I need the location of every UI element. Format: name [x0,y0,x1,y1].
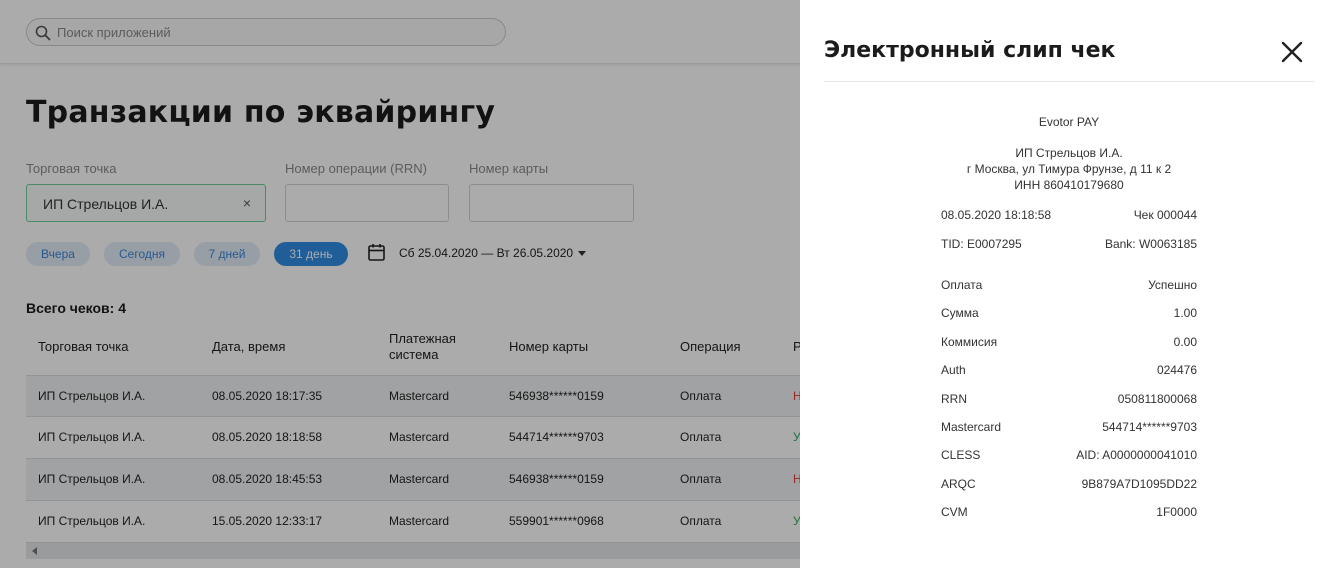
receipt-datetime: 08.05.2020 18:18:58 [941,208,1052,222]
receipt-merchant-line: ИНН 860410179680 [1014,178,1124,192]
receipt-field-label: Сумма [941,306,979,320]
receipt-field-value: AID: A0000000041010 [1076,448,1197,462]
divider [824,81,1314,82]
receipt-field-label: ARQC [941,477,976,491]
receipt-field-label: Mastercard [941,420,1002,434]
receipt-field-value: 024476 [1156,363,1197,377]
receipt-check-number: Чек 000044 [1133,208,1197,222]
receipt-bank: Bank: W0063185 [1104,237,1197,251]
receipt-field-value: 9B879A7D1095DD22 [1081,477,1197,491]
receipt-field-label: Оплата [941,278,983,292]
receipt-merchant-line: г Москва, ул Тимура Фрунзе, д 11 к 2 [966,162,1172,176]
close-icon[interactable] [1280,40,1304,64]
receipt-field-label: Коммисия [941,335,998,349]
slip-panel: Электронный слип чек Evotor PAY ИП Стрел… [800,0,1332,568]
receipt-field-label: CLESS [941,448,981,462]
receipt-field-value: 544714******9703 [1102,420,1197,434]
receipt-field-value: 0.00 [1173,335,1197,349]
receipt-field-label: CVM [941,505,968,519]
receipt-brand: Evotor PAY [1038,115,1100,129]
receipt-field-value: Успешно [1148,278,1197,292]
receipt-field-value: 1.00 [1173,306,1197,320]
receipt-merchant-line: ИП Стрельцов И.А. [1015,146,1123,160]
receipt-tid: TID: E0007295 [941,237,1022,251]
receipt-field-label: Auth [941,363,966,377]
receipt-field-value: 1F0000 [1156,505,1197,519]
receipt-field-label: RRN [941,392,967,406]
slip-title: Электронный слип чек [824,38,1116,63]
modal-backdrop[interactable] [0,0,800,568]
receipt-field-value: 050811800068 [1117,392,1197,406]
